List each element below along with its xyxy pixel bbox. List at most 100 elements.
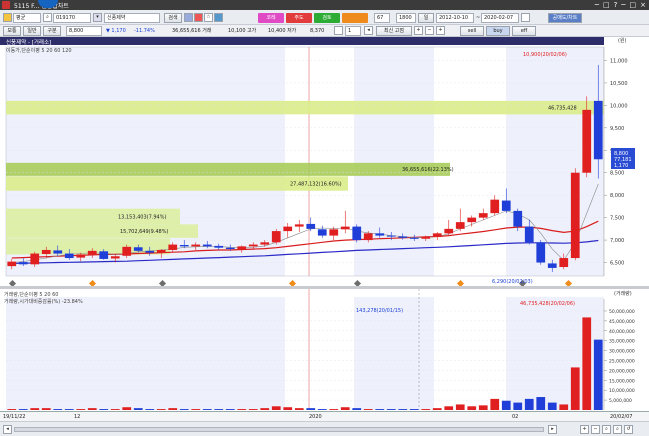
list-icon[interactable]: ▾ (93, 13, 102, 22)
candle-up (570, 172, 580, 259)
arrow-left-icon[interactable]: ◂ (364, 26, 373, 35)
volume-bar-up (191, 409, 201, 410)
y-tick-label: 8,500 (610, 171, 624, 177)
volume-bar-up (559, 404, 569, 410)
pink-button[interactable]: 코레 (258, 13, 284, 23)
latest-high-button[interactable]: 최신 고점 (376, 26, 412, 36)
volume-bar-down (64, 409, 74, 410)
y-tick-label: 50,000,000 (609, 309, 635, 315)
orange-button[interactable] (342, 13, 368, 23)
maximize2-icon[interactable]: □ (630, 0, 637, 10)
magnifier-icon[interactable]: ⌕ (602, 425, 611, 434)
price-chart-panel[interactable]: 신풍제약 - [거래소] 이동가,단순이평 5 20 60 120 (원) 10… (0, 37, 649, 288)
candle-up (582, 109, 592, 173)
candle-down (202, 244, 212, 247)
volume-bar-up (271, 406, 281, 410)
sell-option[interactable]: sell (460, 26, 484, 36)
price-chart[interactable]: 신풍제약 - [거래소] 이동가,단순이평 5 20 60 120 (원) 10… (0, 37, 649, 288)
y-tick-label: 20,000,000 (609, 368, 635, 374)
checkbox-icon[interactable] (334, 26, 343, 35)
volume-bar-up (444, 406, 454, 410)
volume-bar-down (524, 398, 534, 410)
volume-bar-up (87, 408, 97, 410)
candle-down (593, 100, 603, 160)
candle-up (110, 256, 120, 259)
date-to-input[interactable]: 2020-02-07 (481, 13, 519, 23)
price-change: ▼ 1,170 (106, 28, 126, 34)
candle-down (409, 237, 419, 239)
y-tick-label: 8,000 (610, 193, 624, 199)
zoom-in-icon[interactable]: + (414, 26, 423, 35)
volume-value: 36,655,616 거래 (172, 28, 212, 34)
candle-up (363, 233, 373, 241)
toolbar-quote: 보통 일반 구분 8,800 ▼ 1,170 -11.74% 36,655,61… (0, 25, 649, 37)
candle-down (179, 245, 189, 247)
magnifier-2-icon[interactable]: ⌕ (613, 425, 622, 434)
search-icon[interactable]: ⌕ (43, 13, 52, 22)
count-input[interactable]: 1800 (396, 13, 416, 23)
eff-option[interactable]: eff (512, 26, 536, 36)
volume-bar-down (536, 397, 546, 410)
scroll-left-icon[interactable]: ◂ (3, 425, 12, 434)
mode-button-2[interactable]: 일반 (23, 26, 41, 36)
minimize-icon[interactable]: ─ (595, 0, 599, 10)
candle-up (421, 236, 431, 239)
volume-bar-up (570, 367, 580, 410)
lookup-button[interactable]: 검색 (164, 13, 182, 23)
candle-up (248, 244, 258, 247)
volume-chart[interactable]: 50,000,000 45,000,000 40,000,000 35,000,000… (0, 289, 649, 411)
volume-profile-bar (6, 100, 604, 115)
candle-down (214, 245, 224, 248)
settings-icon[interactable] (214, 13, 223, 22)
volume-bar-down (99, 409, 109, 410)
qty-input[interactable]: 1 (345, 26, 361, 36)
green-button[interactable]: 검토 (314, 13, 340, 23)
grid-icon[interactable] (184, 13, 193, 22)
calendar-icon[interactable] (521, 13, 530, 22)
red-button[interactable]: 주도 (286, 13, 312, 23)
volume-legend-2: 거래량,시가대비증감률(%) -23.84% (4, 298, 83, 305)
lock-icon[interactable] (3, 13, 12, 22)
volume-legend-1: 거래량,단순이평 5 20 60 (4, 291, 58, 298)
buy-option[interactable]: buy (486, 26, 510, 36)
scroll-right-icon[interactable]: ▸ (548, 425, 557, 434)
month-shade (354, 47, 434, 276)
candle-up (490, 199, 500, 214)
horizontal-scrollbar[interactable] (14, 427, 544, 432)
alert-icon[interactable] (194, 13, 203, 22)
volume-chart-panel[interactable]: 50,000,000 45,000,000 40,000,000 35,000,000… (0, 289, 649, 411)
volume-bar-down (18, 409, 28, 410)
volume-bar-down (547, 402, 557, 410)
candle-up (30, 253, 40, 265)
y-tick-label: 10,500 (610, 81, 628, 87)
candle-up (41, 249, 51, 254)
date-from-input[interactable]: 2012-10-10 (436, 13, 474, 23)
close-icon[interactable]: × (640, 0, 646, 10)
market-dropdown[interactable]: 평균 (13, 13, 41, 23)
period-input[interactable]: 67 (374, 13, 390, 23)
volume-profile-label: 27,487,132(16.60%) (290, 182, 342, 188)
volume-bar-up (478, 405, 488, 410)
volume-bar-up (7, 409, 17, 410)
zoom-minus-icon[interactable]: − (591, 425, 600, 434)
prev-volume-callout: 143,278(20/01/15) (356, 308, 403, 314)
volume-bar-down (202, 409, 212, 410)
code-input[interactable]: 019170 (53, 13, 91, 23)
crosshair-icon[interactable]: + (436, 26, 445, 35)
mode-button-3[interactable]: 구분 (43, 26, 61, 36)
mode-button-1[interactable]: 보통 (3, 26, 21, 36)
y-tick-label: 35,000,000 (609, 339, 635, 345)
zoom-out-icon[interactable]: − (425, 26, 434, 35)
candle-up (329, 229, 339, 236)
minimize2-icon[interactable]: ─ (621, 0, 625, 10)
range-button[interactable]: 일 (418, 13, 434, 23)
short-sell-chart-button[interactable]: 공매도/차트 (548, 13, 582, 23)
volume-bar-down (409, 409, 419, 410)
star-icon[interactable]: ☆ (204, 13, 213, 22)
volume-bar-down (133, 408, 143, 410)
candle-down (317, 229, 327, 236)
zoom-plus-icon[interactable]: + (580, 425, 589, 434)
help-icon[interactable]: ? (614, 0, 618, 10)
maximize-icon[interactable]: □ (603, 0, 610, 10)
reset-icon[interactable]: ↺ (624, 425, 633, 434)
